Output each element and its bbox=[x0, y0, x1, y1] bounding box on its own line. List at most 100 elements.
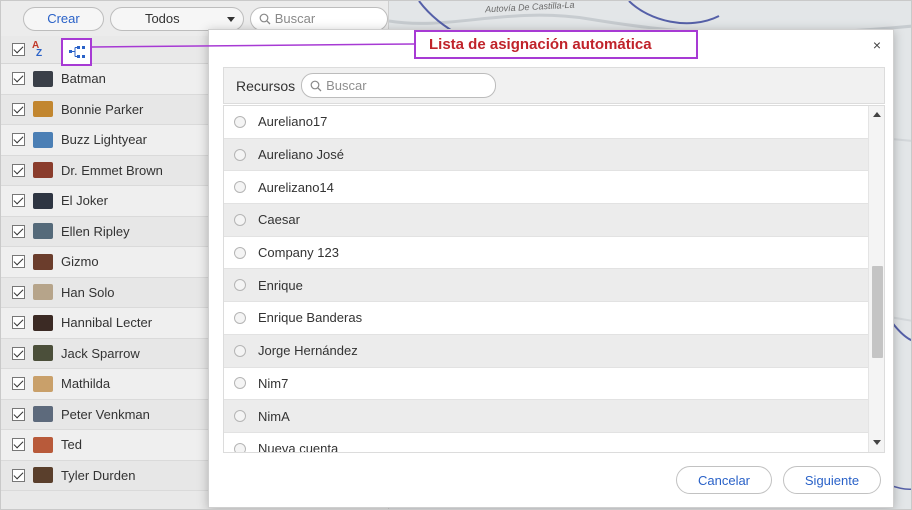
dialog-header-title: Recursos bbox=[236, 77, 296, 94]
dialog-item-label: Enrique Banderas bbox=[258, 310, 363, 326]
resource-avatar bbox=[33, 314, 53, 331]
radio-button[interactable] bbox=[234, 246, 246, 259]
radio-button[interactable] bbox=[234, 311, 246, 324]
dialog-list-item[interactable]: Aurelizano14 bbox=[224, 171, 869, 205]
resource-name: Ellen Ripley bbox=[61, 223, 130, 239]
resource-avatar bbox=[33, 162, 53, 179]
annotation-callout: Lista de asignación automática bbox=[414, 30, 698, 59]
resource-name: Bonnie Parker bbox=[61, 101, 144, 117]
scroll-down-icon[interactable] bbox=[873, 440, 881, 445]
filter-select[interactable]: Todos bbox=[109, 6, 244, 31]
resource-checkbox[interactable] bbox=[12, 377, 25, 391]
dialog-list-item[interactable]: Caesar bbox=[224, 204, 869, 237]
resource-name: Hannibal Lecter bbox=[61, 315, 153, 331]
panel-search-input[interactable]: Buscar bbox=[249, 6, 388, 31]
list-scrollbar[interactable] bbox=[868, 106, 884, 452]
resource-checkbox[interactable] bbox=[12, 438, 25, 452]
dialog-list-item[interactable]: NimA bbox=[224, 400, 869, 433]
radio-button[interactable] bbox=[234, 148, 246, 161]
dialog-list-item[interactable]: Aureliano José bbox=[224, 138, 869, 172]
dialog-header: Recursos Buscar bbox=[223, 67, 885, 104]
radio-button[interactable] bbox=[234, 115, 246, 128]
dialog-item-label: Nueva cuenta bbox=[258, 441, 339, 453]
cancel-button[interactable]: Cancelar bbox=[676, 466, 772, 494]
resource-name: Tyler Durden bbox=[61, 467, 136, 483]
resource-checkbox[interactable] bbox=[12, 102, 25, 116]
resource-checkbox[interactable] bbox=[12, 224, 25, 238]
dialog-list-item[interactable]: Nueva cuenta bbox=[224, 432, 869, 453]
next-button[interactable]: Siguiente bbox=[783, 466, 881, 494]
select-all-checkbox[interactable] bbox=[12, 43, 25, 56]
dialog-item-label: Aureliano José bbox=[258, 147, 344, 163]
radio-button[interactable] bbox=[234, 344, 246, 357]
close-icon[interactable]: × bbox=[873, 37, 881, 53]
dialog-item-label: NimA bbox=[258, 408, 290, 424]
create-button[interactable]: Crear bbox=[23, 6, 104, 31]
radio-button[interactable] bbox=[234, 279, 246, 292]
search-icon bbox=[259, 13, 271, 24]
resource-name: Buzz Lightyear bbox=[61, 132, 147, 148]
dialog-list-item[interactable]: Enrique bbox=[224, 269, 869, 303]
dialog-list-item[interactable]: Jorge Hernández bbox=[224, 334, 869, 368]
resource-name: El Joker bbox=[61, 193, 108, 209]
resource-checkbox[interactable] bbox=[12, 163, 25, 177]
resource-avatar bbox=[33, 253, 53, 270]
resource-checkbox[interactable] bbox=[12, 72, 25, 86]
resource-name: Ted bbox=[61, 437, 82, 453]
radio-button[interactable] bbox=[234, 442, 246, 452]
dialog-list-item[interactable]: Company 123 bbox=[224, 236, 869, 270]
resource-checkbox[interactable] bbox=[12, 255, 25, 269]
resource-avatar bbox=[33, 406, 53, 423]
search-icon bbox=[310, 80, 322, 91]
resource-name: Gizmo bbox=[61, 254, 99, 270]
dialog-item-label: Aureliano17 bbox=[258, 114, 328, 130]
dialog-list-item[interactable]: Enrique Banderas bbox=[224, 302, 869, 335]
dialog-resource-list: Aureliano17 Aureliano José Aurelizano14 … bbox=[223, 105, 885, 453]
resource-avatar bbox=[33, 284, 53, 301]
resource-avatar bbox=[33, 436, 53, 453]
hierarchy-icon bbox=[68, 46, 85, 58]
radio-button[interactable] bbox=[234, 181, 246, 194]
scroll-up-icon[interactable] bbox=[873, 112, 881, 117]
dialog-item-label: Nim7 bbox=[258, 375, 289, 391]
auto-assign-list-button[interactable] bbox=[61, 38, 92, 66]
scrollbar-thumb[interactable] bbox=[872, 266, 883, 358]
resource-avatar bbox=[33, 101, 53, 118]
app-window: Autovía De Castilla-La Crear Todos Busca… bbox=[0, 0, 912, 510]
resource-checkbox[interactable] bbox=[12, 285, 25, 299]
resource-avatar bbox=[33, 223, 53, 240]
resource-checkbox[interactable] bbox=[12, 407, 25, 421]
dialog-item-label: Aurelizano14 bbox=[258, 179, 334, 195]
resource-checkbox[interactable] bbox=[12, 346, 25, 360]
resource-avatar bbox=[33, 375, 53, 392]
dialog-search-placeholder: Buscar bbox=[326, 78, 367, 93]
dialog-item-label: Enrique bbox=[258, 277, 303, 293]
dialog-list-item[interactable]: Nim7 bbox=[224, 367, 869, 401]
resource-avatar bbox=[33, 345, 53, 362]
radio-button[interactable] bbox=[234, 410, 246, 423]
resource-name: Peter Venkman bbox=[61, 406, 150, 422]
sort-az-icon[interactable]: AZ bbox=[32, 40, 46, 59]
panel-search-placeholder: Buscar bbox=[274, 11, 316, 26]
dialog-search-input[interactable]: Buscar bbox=[301, 73, 497, 98]
resource-name: Mathilda bbox=[61, 376, 111, 392]
dialog-item-label: Caesar bbox=[258, 212, 300, 228]
resource-avatar bbox=[33, 70, 53, 87]
chevron-down-icon bbox=[226, 16, 235, 22]
resource-checkbox[interactable] bbox=[12, 316, 25, 330]
dialog-list-item[interactable]: Aureliano17 bbox=[224, 106, 869, 139]
dialog-item-label: Jorge Hernández bbox=[258, 343, 358, 359]
resource-checkbox[interactable] bbox=[12, 194, 25, 208]
radio-button[interactable] bbox=[234, 213, 246, 226]
resource-name: Batman bbox=[61, 71, 106, 87]
radio-button[interactable] bbox=[234, 377, 246, 390]
resource-checkbox[interactable] bbox=[12, 468, 25, 482]
resource-checkbox[interactable] bbox=[12, 133, 25, 147]
resource-name: Han Solo bbox=[61, 284, 115, 300]
resource-name: Jack Sparrow bbox=[61, 345, 140, 361]
resource-avatar bbox=[33, 131, 53, 148]
auto-assign-dialog: × Recursos Buscar Aureliano17 Aureliano … bbox=[208, 29, 894, 508]
resource-avatar bbox=[33, 467, 53, 484]
dialog-item-label: Company 123 bbox=[258, 245, 339, 261]
resource-name: Dr. Emmet Brown bbox=[61, 162, 163, 178]
